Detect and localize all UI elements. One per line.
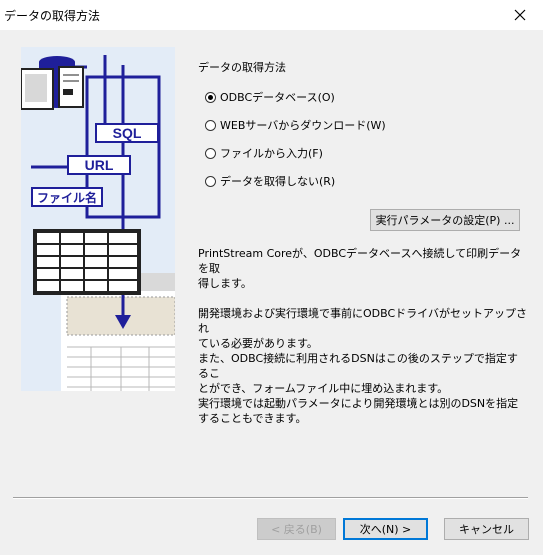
close-button[interactable]	[497, 0, 543, 30]
radio-file-input[interactable]: ファイルから入力(F)	[205, 145, 323, 161]
radio-indicator	[205, 119, 216, 131]
radio-odbc[interactable]: ODBCデータベース(O)	[205, 89, 335, 105]
section-label: データの取得方法	[198, 61, 286, 74]
wizard-illustration: SQL URL ファイル名	[21, 47, 175, 391]
description-line: とができ、フォームファイル中に埋め込まれます。	[198, 382, 449, 395]
description-line: 得します。	[198, 277, 252, 290]
description-text: PrintStream Coreが、ODBCデータベースへ接続して印刷データを取…	[198, 246, 528, 426]
radio-no-data[interactable]: データを取得しない(R)	[205, 173, 335, 189]
radio-indicator	[205, 91, 216, 103]
title-bar: データの取得方法	[0, 0, 543, 30]
url-label: URL	[85, 157, 114, 173]
radio-web-download[interactable]: WEBサーバからダウンロード(W)	[205, 117, 386, 133]
file-label: ファイル名	[37, 190, 97, 205]
back-button[interactable]: < 戻る(B)	[257, 518, 336, 540]
description-line: 実行環境では起動パラメータにより開発環境とは別のDSNを指定	[198, 397, 519, 410]
parameter-settings-button[interactable]: 実行パラメータの設定(P) ...	[370, 209, 520, 231]
footer-divider	[13, 497, 528, 499]
next-button[interactable]: 次へ(N) >	[343, 518, 428, 540]
description-line: することもできます。	[198, 412, 307, 425]
description-line: また、ODBC接続に利用されるDSNはこの後のステップで指定するこ	[198, 352, 518, 380]
window-title: データの取得方法	[4, 9, 101, 23]
description-line: 開発環境および実行環境で事前にODBCドライバがセットアップされ	[198, 307, 527, 335]
radio-label: データを取得しない(R)	[220, 175, 336, 188]
radio-indicator	[205, 175, 216, 187]
description-line: ている必要があります。	[198, 337, 318, 350]
close-icon	[514, 9, 526, 21]
radio-label: ファイルから入力(F)	[220, 147, 323, 160]
cancel-button[interactable]: キャンセル	[444, 518, 529, 540]
radio-label: ODBCデータベース(O)	[220, 91, 335, 104]
radio-indicator	[205, 147, 216, 159]
sql-label: SQL	[113, 125, 142, 141]
radio-label: WEBサーバからダウンロード(W)	[220, 119, 386, 132]
description-line: PrintStream Coreが、ODBCデータベースへ接続して印刷データを取	[198, 247, 522, 275]
